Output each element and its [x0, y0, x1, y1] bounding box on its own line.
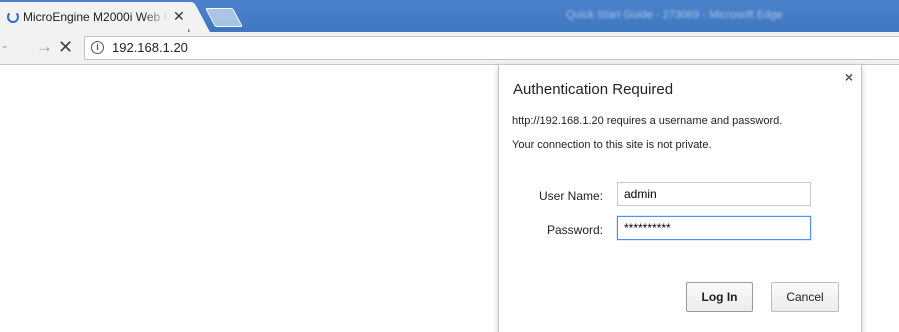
- username-label: User Name:: [538, 189, 603, 203]
- tab-title: MicroEngine M2000i Web Interface: [23, 10, 169, 24]
- back-icon[interactable]: -: [2, 38, 7, 56]
- username-field[interactable]: [617, 182, 811, 206]
- tab-active[interactable]: MicroEngine M2000i Web Interface ✕: [0, 2, 188, 32]
- auth-dialog: × Authentication Required http://192.168…: [498, 64, 862, 332]
- tab-close-icon[interactable]: ✕: [173, 8, 185, 24]
- dialog-message-privacy: Your connection to this site is not priv…: [512, 139, 712, 151]
- cancel-button[interactable]: Cancel: [771, 282, 839, 312]
- browser-toolbar: - → ✕ i 192.168.1.20: [0, 32, 899, 65]
- address-bar[interactable]: i 192.168.1.20: [84, 36, 899, 60]
- dialog-message-host: http://192.168.1.20 requires a username …: [512, 115, 783, 127]
- password-field[interactable]: [617, 216, 811, 240]
- close-icon[interactable]: ×: [845, 69, 853, 85]
- browser-window: MicroEngine M2000i Web Interface ✕ Quick…: [0, 0, 899, 332]
- new-tab-button[interactable]: [204, 8, 244, 27]
- tab-strip: MicroEngine M2000i Web Interface ✕ Quick…: [0, 0, 899, 32]
- login-button[interactable]: Log In: [686, 282, 753, 312]
- forward-icon[interactable]: →: [36, 37, 53, 57]
- site-info-icon[interactable]: i: [91, 41, 104, 54]
- dialog-title: Authentication Required: [513, 81, 674, 98]
- password-label: Password:: [546, 223, 603, 237]
- stop-icon[interactable]: ✕: [58, 36, 73, 58]
- window-title: Quick Start Guide - 273069 - Microsoft E…: [566, 9, 783, 21]
- url-text[interactable]: 192.168.1.20: [112, 40, 188, 55]
- loading-spinner-icon: [7, 11, 19, 23]
